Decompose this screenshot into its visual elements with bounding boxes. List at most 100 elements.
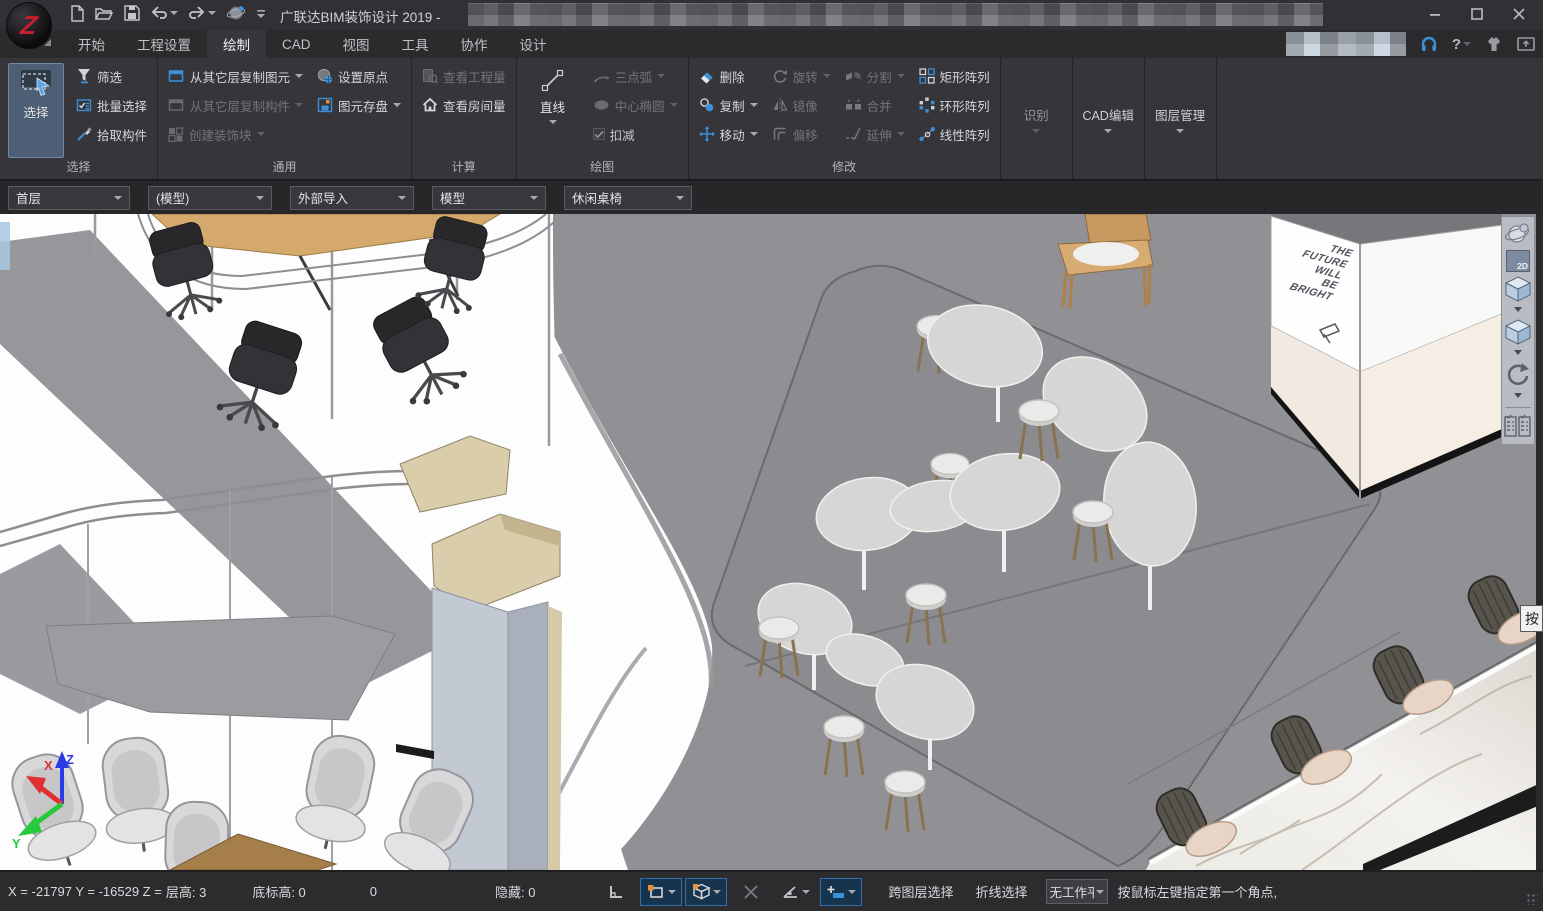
rect-snap-caret[interactable] [668, 890, 676, 894]
cube-snap-toggle[interactable] [685, 878, 727, 906]
view-room-label: 查看房间量 [443, 96, 506, 115]
tab-project-settings[interactable]: 工程设置 [121, 30, 207, 58]
titlebar-right-area: ? [1286, 31, 1535, 57]
copy-elements-from-layer-button[interactable]: 从其它层复制图元 [166, 65, 305, 87]
tab-cad[interactable]: CAD [266, 30, 327, 58]
open-file-button[interactable] [95, 6, 114, 21]
customize-quick-access-button[interactable] [256, 9, 266, 18]
maximize-button[interactable] [1469, 6, 1485, 22]
axis-z-label: Z [66, 752, 74, 767]
category-selector-caret[interactable] [398, 196, 406, 200]
copy-caret[interactable] [750, 103, 758, 107]
workplane-dropdown[interactable]: 无工作平面 [1046, 879, 1108, 904]
move-caret[interactable] [750, 132, 758, 136]
ribbon: 选择 筛选 批量选择 拾取构件 选择 [0, 58, 1543, 180]
theme-skin-button[interactable] [1485, 36, 1503, 52]
resize-grip[interactable] [1526, 893, 1538, 905]
recognize-button[interactable]: 识别 [1001, 58, 1073, 179]
floor-selector[interactable]: 首层 [8, 186, 130, 210]
view-2d-button[interactable]: 2D [1506, 250, 1530, 272]
save-element-button[interactable]: 图元存盘 [315, 94, 403, 116]
polyline-select-button[interactable]: 折线选择 [976, 882, 1028, 901]
tab-view[interactable]: 视图 [327, 30, 386, 58]
help-dropdown-caret[interactable] [1463, 42, 1471, 46]
cad-edit-caret[interactable] [1104, 129, 1112, 133]
iso-cube-caret[interactable] [1514, 350, 1522, 355]
point-input-caret[interactable] [848, 890, 856, 894]
deduct-checkbox-row: 扣减 [591, 123, 680, 145]
close-button[interactable] [1511, 6, 1527, 22]
line-tool-button[interactable]: 直线 [525, 63, 581, 158]
ribbon-tab-bar: 开始 工程设置 绘制 CAD 视图 工具 协作 设计 ? [0, 30, 1543, 58]
component-selector[interactable]: 休闲桌椅 [564, 186, 692, 210]
move-label: 移动 [720, 125, 745, 144]
front-view-cube-icon[interactable] [1503, 275, 1533, 303]
polar-array-button[interactable]: 环形阵列 [917, 94, 992, 116]
component-selector-caret[interactable] [676, 196, 684, 200]
angle-snap-caret[interactable] [802, 890, 810, 894]
refresh-view-icon[interactable] [1504, 361, 1532, 389]
ribbon-group-select: 选择 筛选 批量选择 拾取构件 选择 [0, 58, 158, 179]
set-origin-button[interactable]: 设置原点 [315, 65, 403, 87]
pick-component-button[interactable]: 拾取构件 [74, 123, 149, 145]
arc3-label: 三点弧 [615, 67, 653, 86]
save-button[interactable] [124, 5, 140, 21]
floor-selector-caret[interactable] [114, 196, 122, 200]
category-selector[interactable]: 外部导入 [290, 186, 414, 210]
tab-design[interactable]: 设计 [504, 30, 563, 58]
filter-button[interactable]: 筛选 [74, 65, 149, 87]
viewport-3d[interactable]: X Z Y [0, 214, 1543, 870]
copy-button[interactable]: 复制 [697, 94, 760, 116]
layer-manage-button[interactable]: 图层管理 [1145, 58, 1217, 179]
move-button[interactable]: 移动 [697, 123, 760, 145]
workplane-caret[interactable] [1096, 890, 1104, 894]
tab-tools[interactable]: 工具 [386, 30, 445, 58]
intersection-snap-toggle[interactable] [730, 878, 772, 906]
iso-view-cube-icon[interactable] [1503, 318, 1533, 346]
cube-snap-caret[interactable] [713, 890, 721, 894]
orbit-view-icon[interactable] [1504, 221, 1532, 247]
panel-toggle-button[interactable] [1517, 36, 1535, 52]
display-settings-icon[interactable] [1504, 414, 1532, 438]
angle-icon [782, 884, 800, 900]
delete-button[interactable]: 删除 [697, 65, 760, 87]
redo-button[interactable] [188, 6, 216, 20]
ribbon-group-general: 从其它层复制图元 从其它层复制构件 创建装饰块 设置原点 [158, 58, 412, 179]
copy-elements-caret[interactable] [295, 74, 303, 78]
linear-array-button[interactable]: 线性阵列 [917, 123, 992, 145]
model-view-selector-caret[interactable] [256, 196, 264, 200]
tab-start[interactable]: 开始 [62, 30, 121, 58]
tab-draw[interactable]: 绘制 [207, 30, 266, 58]
undo-button[interactable] [150, 6, 178, 20]
model-view-selector[interactable]: (模型) [148, 186, 272, 210]
minimize-button[interactable] [1427, 6, 1443, 22]
tab-collaboration[interactable]: 协作 [445, 30, 504, 58]
redo-dropdown-caret[interactable] [208, 11, 216, 15]
batch-select-button[interactable]: 批量选择 [74, 94, 149, 116]
select-button[interactable]: 选择 [8, 63, 64, 158]
cad-edit-button[interactable]: CAD编辑 [1073, 58, 1145, 179]
angle-snap-toggle[interactable] [775, 878, 817, 906]
window-controls [1427, 0, 1537, 28]
recognize-caret[interactable] [1032, 129, 1040, 133]
new-file-button[interactable] [70, 5, 85, 22]
support-headset-button[interactable] [1420, 36, 1438, 52]
cross-layer-select-button[interactable]: 跨图层选择 [888, 882, 953, 901]
ortho-toggle[interactable] [595, 878, 637, 906]
rect-snap-toggle[interactable] [640, 878, 682, 906]
line-dropdown-caret[interactable] [549, 120, 557, 124]
save-element-caret[interactable] [393, 103, 401, 107]
refresh-caret[interactable] [1514, 393, 1522, 398]
type-selector[interactable]: 模型 [432, 186, 546, 210]
layer-manage-caret[interactable] [1176, 129, 1184, 133]
rect-array-button[interactable]: 矩形阵列 [917, 65, 992, 87]
undo-dropdown-caret[interactable] [170, 11, 178, 15]
view-cube-caret[interactable] [1514, 307, 1522, 312]
help-button[interactable]: ? [1452, 36, 1471, 53]
orbit-view-button[interactable] [226, 4, 246, 22]
app-logo[interactable]: Z [6, 2, 52, 49]
point-input-toggle[interactable] [820, 878, 862, 906]
type-selector-caret[interactable] [530, 196, 538, 200]
group-label-select: 选择 [8, 158, 149, 179]
view-room-quantities-button[interactable]: 查看房间量 [420, 94, 508, 116]
